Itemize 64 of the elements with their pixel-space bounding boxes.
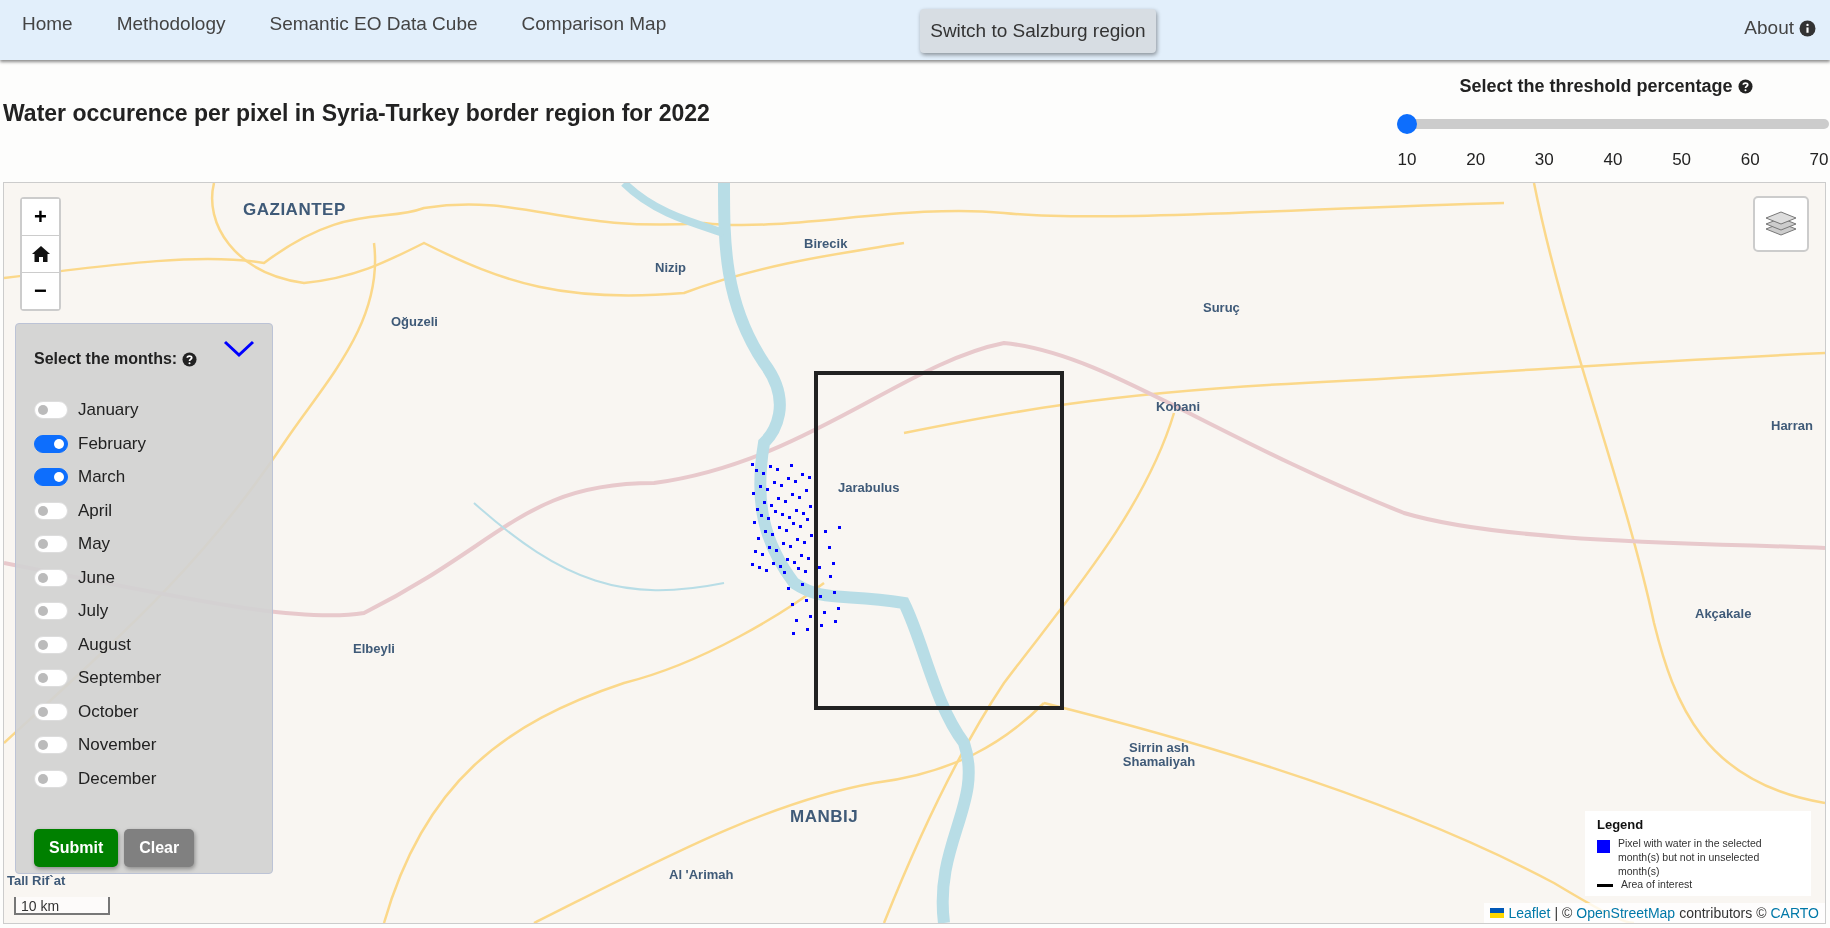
place-label: Tall Rif`at [7,874,66,889]
month-label: September [78,668,162,688]
help-icon[interactable] [1737,79,1753,94]
month-label: July [78,601,109,621]
month-label: May [78,534,111,554]
info-icon [1799,19,1816,37]
place-label: Sirrin ash Shamaliyah [1121,741,1197,770]
month-toggle[interactable] [34,468,68,486]
slider-tick-label: 40 [1602,150,1624,170]
place-label: GAZIANTEP [243,201,346,220]
chevron-down-icon[interactable] [223,340,255,358]
months-label: Select the months: [34,350,178,368]
slider-thumb[interactable] [1397,114,1417,134]
place-label: Harran [1771,419,1813,434]
openstreetmap-link[interactable]: OpenStreetMap [1576,905,1676,921]
month-label: February [78,433,147,454]
slider-tick-label: 60 [1739,150,1761,170]
place-label: Birecik [804,237,848,252]
submit-button[interactable]: Submit [34,828,119,867]
legend-title: Legend [1597,817,1645,833]
threshold-slider[interactable] [1397,114,1829,134]
slider-tick-label: 10 [1396,150,1418,170]
month-label: November [78,735,157,755]
place-label: Jarabulus [838,481,900,496]
month-label: March [78,467,126,487]
slider-tick-label: 70 [1808,150,1830,170]
month-label: December [78,768,157,789]
place-label: Nizip [655,261,687,276]
month-label: January [78,400,139,420]
help-icon[interactable] [182,351,198,367]
flag-icon [1490,908,1505,918]
layers-button[interactable] [1753,196,1809,252]
slider-tick-label: 30 [1533,150,1555,170]
place-label: Kobani [1156,400,1201,415]
nav-link[interactable]: Comparison Map [521,13,667,35]
month-label: August [78,634,131,655]
month-label: June [78,567,115,588]
month-label: October [78,701,139,722]
legend-label: Pixel with water in the selected month(s) but not in unselected month(s) [1618,837,1763,879]
page-title: Water occurence per pixel in Syria-Turkey border region for 2022 [3,100,710,128]
place-label: Suruç [1203,301,1240,316]
threshold-label: Select the threshold percentage [1459,76,1733,97]
about-link[interactable]: About [1744,17,1816,39]
place-label: Akçakale [1695,607,1752,622]
nav-link[interactable]: Methodology [116,13,226,35]
legend-label: Area of interest [1621,878,1693,892]
leaflet-link[interactable]: Leaflet [1508,905,1551,921]
carto-link[interactable]: CARTO [1770,905,1819,921]
month-toggle[interactable] [34,434,68,453]
place-label: Oğuzeli [391,315,438,330]
attribution: Leaflet | © OpenStreetMap contributors © CARTO [1484,903,1825,923]
home-icon [30,245,51,263]
nav-link[interactable]: Semantic EO Data Cube [269,13,478,35]
place-label: Elbeyli [353,642,395,657]
clear-button[interactable]: Clear [124,828,195,867]
month-label: April [78,500,112,521]
scale-bar: 10 km [14,897,110,915]
nav-link[interactable]: Home [22,13,73,35]
place-label: Al 'Arimah [669,868,734,883]
zoom-in-button[interactable]: + [22,199,59,236]
switch-region-button[interactable]: Switch to Salzburg region [920,9,1156,53]
slider-tick-label: 20 [1465,150,1487,170]
place-label: MANBIJ [790,808,859,827]
slider-tick-label: 50 [1671,150,1693,170]
